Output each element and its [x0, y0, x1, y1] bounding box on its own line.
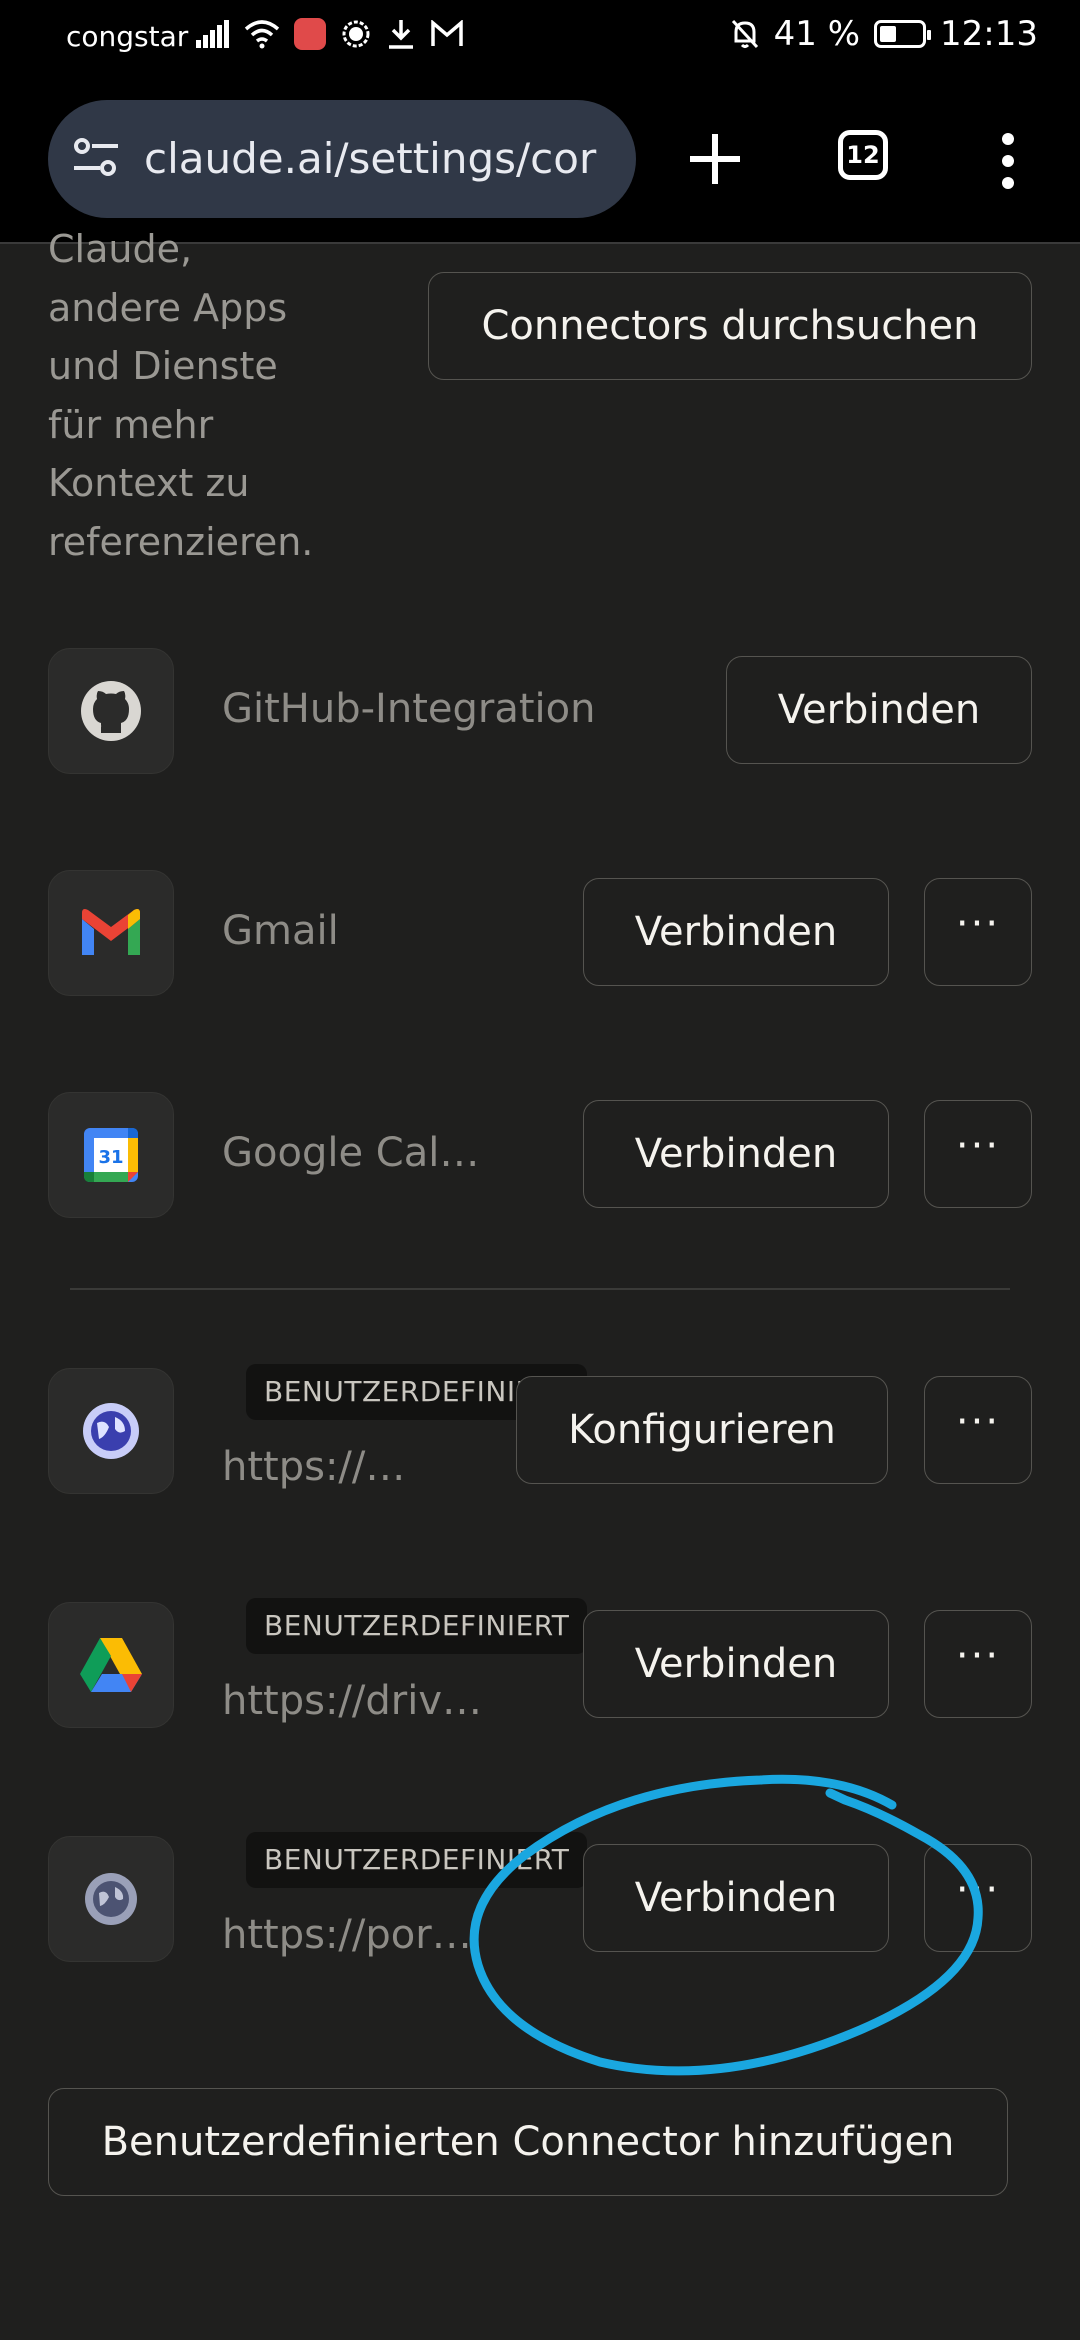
status-right: 41 % 12:13: [730, 14, 1038, 54]
browse-connectors-button[interactable]: Connectors durchsuchen: [428, 272, 1032, 380]
address-bar[interactable]: claude.ai/settings/cor: [48, 100, 636, 218]
more-menu-icon[interactable]: [990, 131, 1026, 191]
status-icons: [196, 18, 464, 50]
connector-name: GitHub-Integration: [222, 686, 596, 732]
google-calendar-icon: 31: [84, 1128, 138, 1182]
description-line: Claude,: [48, 227, 193, 271]
connector-name: Gmail: [222, 908, 339, 954]
connectors-description: Claude, andere Apps und Dienste für mehr…: [48, 220, 348, 571]
more-options-button[interactable]: ···: [924, 1100, 1032, 1208]
connector-icon-tile: [48, 1836, 174, 1962]
description-line: Kontext zu: [48, 461, 250, 505]
connect-button[interactable]: Verbinden: [583, 1844, 889, 1952]
connect-button[interactable]: Verbinden: [583, 1100, 889, 1208]
carrier-name: congstar: [66, 20, 189, 53]
wifi-icon: [244, 20, 280, 49]
connector-row-gmail: Gmail Verbinden ···: [0, 870, 1080, 1000]
globe-icon: [85, 1873, 137, 1925]
new-tab-icon[interactable]: [680, 124, 750, 194]
connector-icon-tile: [48, 1368, 174, 1494]
connector-row-google-calendar: 31 Google Cal… Verbinden ···: [0, 1092, 1080, 1222]
configure-button[interactable]: Konfigurieren: [516, 1376, 888, 1484]
custom-badge: BENUTZERDEFINIERT: [246, 1598, 588, 1654]
globe-icon: [83, 1403, 139, 1459]
description-line: für mehr: [48, 402, 214, 447]
connector-icon-tile: [48, 648, 174, 774]
gmail-status-icon: [431, 20, 463, 46]
google-drive-icon: [80, 1638, 142, 1692]
more-options-button[interactable]: ···: [924, 1610, 1032, 1718]
custom-connector-row: BENUTZERDEFINIERT https://… Konfiguriere…: [0, 1364, 1080, 1508]
description-line: referenzieren.: [48, 519, 314, 564]
status-bar: congstar 41 % 12:13: [0, 0, 1080, 76]
more-options-button[interactable]: ···: [924, 1844, 1032, 1952]
description-line: andere Apps: [48, 285, 288, 330]
battery-icon: [874, 20, 932, 48]
custom-badge: BENUTZERDEFINIERT: [246, 1832, 588, 1888]
signal-app-icon: [342, 20, 370, 48]
custom-connector-row: BENUTZERDEFINIERT https://por… Verbinden…: [0, 1832, 1080, 1976]
custom-connector-row: BENUTZERDEFINIERT https://driv… Verbinde…: [0, 1598, 1080, 1742]
browser-toolbar: claude.ai/settings/cor 12: [0, 76, 1080, 244]
description-line: und Dienste: [48, 344, 278, 388]
connector-row-github: GitHub-Integration Verbinden: [0, 648, 1080, 778]
gmail-icon: [82, 909, 140, 955]
more-options-button[interactable]: ···: [924, 878, 1032, 986]
connect-button[interactable]: Verbinden: [583, 1610, 889, 1718]
url-text[interactable]: claude.ai/settings/cor: [144, 134, 596, 183]
section-divider: [70, 1288, 1010, 1290]
site-settings-icon[interactable]: [72, 136, 120, 180]
connect-button[interactable]: Verbinden: [583, 878, 889, 986]
battery-percent: 41 %: [773, 14, 861, 54]
more-options-button[interactable]: ···: [924, 1376, 1032, 1484]
connector-icon-tile: [48, 1602, 174, 1728]
connector-url: https://driv…: [222, 1678, 482, 1724]
connector-url: https://por…: [222, 1912, 472, 1958]
bell-muted-icon: [731, 19, 758, 49]
connector-url: https://…: [222, 1444, 406, 1490]
calendar-day-number: 31: [98, 1147, 123, 1168]
add-custom-connector-button[interactable]: Benutzerdefinierten Connector hinzufügen: [48, 2088, 1008, 2196]
signal-icon: [196, 20, 229, 48]
connector-icon-tile: 31: [48, 1092, 174, 1218]
connect-button[interactable]: Verbinden: [726, 656, 1032, 764]
clock: 12:13: [940, 14, 1038, 54]
tab-switcher-button[interactable]: 12: [838, 130, 888, 180]
huawei-app-icon: [294, 18, 326, 50]
connector-icon-tile: [48, 870, 174, 996]
connector-name: Google Cal…: [222, 1130, 480, 1176]
github-icon: [81, 681, 141, 741]
download-icon: [389, 20, 413, 49]
